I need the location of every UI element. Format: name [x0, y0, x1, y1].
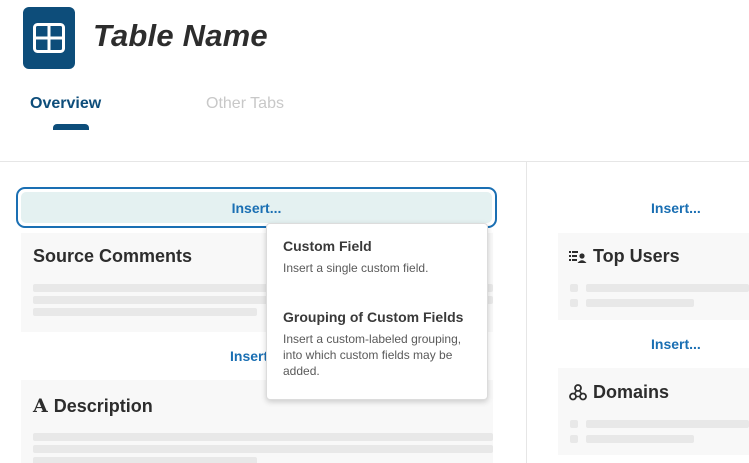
source-comments-title: Source Comments	[33, 246, 193, 266]
menu-item-title: Custom Field	[283, 238, 372, 254]
placeholder-line	[586, 435, 694, 443]
domains-title: Domains	[593, 382, 670, 402]
menu-item-description-line: added.	[283, 364, 320, 378]
tab-other-tabs[interactable]: Other Tabs	[206, 95, 284, 113]
insert-menu-popup: Custom Field Insert a single custom fiel…	[266, 223, 488, 400]
description-title: Description	[53, 395, 153, 416]
description-header: A Description	[33, 395, 153, 417]
menu-item-description-line: into which custom fields may be	[283, 348, 453, 362]
users-list-icon	[569, 249, 587, 265]
placeholder-dot	[570, 299, 578, 307]
insert-link-top-users[interactable]: Insert...	[651, 200, 701, 216]
placeholder-line	[33, 308, 257, 316]
active-tab-indicator	[53, 124, 89, 130]
menu-item-description-line: Insert a custom-labeled grouping,	[283, 332, 462, 346]
placeholder-line	[586, 284, 749, 292]
domains-header: Domains	[569, 382, 669, 403]
tab-overview[interactable]: Overview	[30, 95, 101, 113]
insert-button-active[interactable]: Insert...	[16, 187, 497, 228]
domains-card: Domains	[558, 368, 749, 455]
placeholder-line	[33, 445, 493, 453]
placeholder-line	[33, 457, 257, 463]
insert-button-label[interactable]: Insert...	[21, 192, 492, 223]
placeholder-dot	[570, 420, 578, 428]
menu-item-grouping-custom-fields[interactable]: Grouping of Custom Fields Insert a custo…	[283, 309, 475, 379]
placeholder-dot	[570, 435, 578, 443]
top-users-header: Top Users	[569, 246, 680, 267]
domains-triangle-icon	[569, 384, 587, 401]
top-users-card: Top Users	[558, 233, 749, 320]
menu-item-description: Insert a custom-labeled grouping, into w…	[283, 331, 475, 379]
page-title: Table Name	[93, 18, 268, 53]
placeholder-dot	[570, 284, 578, 292]
insert-link-domains[interactable]: Insert...	[651, 336, 701, 352]
top-users-title: Top Users	[593, 246, 680, 266]
table-grid-icon	[23, 7, 75, 69]
text-a-icon: A	[33, 395, 48, 417]
menu-item-custom-field[interactable]: Custom Field Insert a single custom fiel…	[283, 238, 475, 276]
page: Table Name Overview Other Tabs Insert...…	[0, 0, 749, 463]
column-divider	[526, 162, 527, 463]
placeholder-line	[33, 433, 493, 441]
menu-item-title: Grouping of Custom Fields	[283, 309, 464, 325]
menu-item-description: Insert a single custom field.	[283, 261, 429, 275]
placeholder-line	[586, 299, 694, 307]
header-divider	[0, 161, 749, 162]
placeholder-line	[586, 420, 749, 428]
